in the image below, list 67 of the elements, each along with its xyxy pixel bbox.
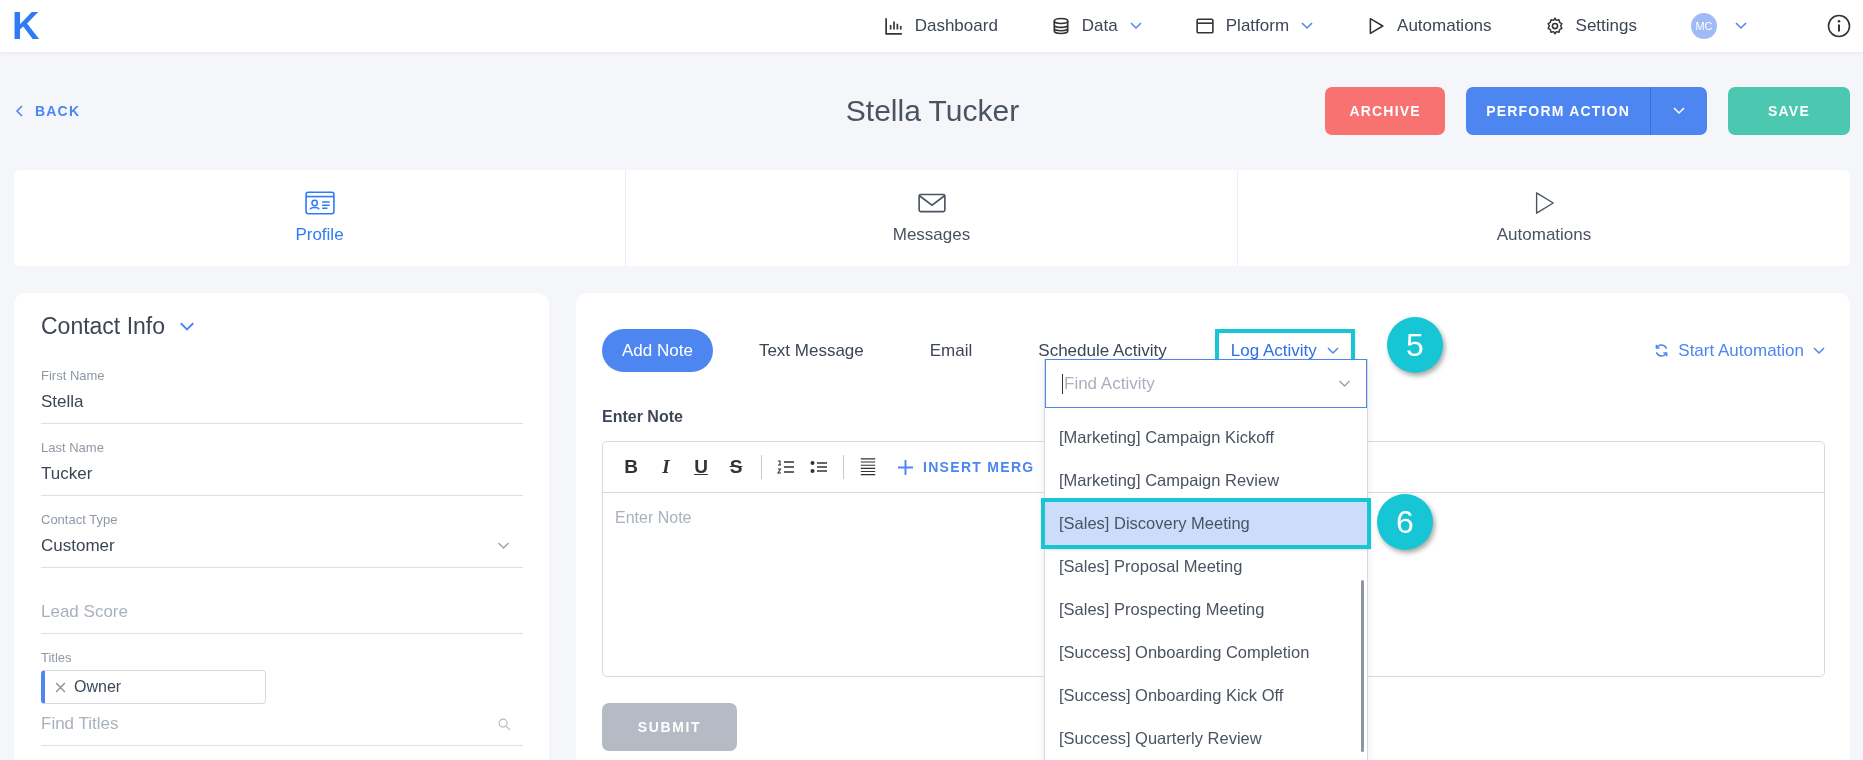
justify-icon[interactable] [859, 458, 877, 476]
window-icon [1195, 17, 1214, 35]
chevron-down-icon [1337, 379, 1352, 388]
dropdown-option[interactable]: [Marketing] Campaign Kickoff [1045, 416, 1367, 459]
dropdown-option[interactable]: [Sales] Prospecting Meeting [1045, 588, 1367, 631]
chevron-left-icon [15, 105, 23, 117]
tab[interactable]: Automations [1238, 170, 1850, 266]
tab[interactable]: Email [909, 329, 993, 372]
chevron-down-icon [1326, 346, 1339, 355]
field-label: First Name [41, 368, 106, 383]
dropdown-option[interactable]: [Success] Quarterly Review [1045, 717, 1367, 760]
avatar: MC [1691, 13, 1717, 39]
dropdown-option[interactable]: [Marketing] Campaign Review [1045, 459, 1367, 502]
italic-button[interactable]: I [656, 456, 676, 478]
select-field[interactable]: Customer [41, 532, 523, 568]
insert-merge-field-button[interactable]: INSERT MERG [898, 459, 1035, 475]
step-number-badge: 5 [1387, 317, 1443, 373]
refresh-icon [1654, 343, 1670, 358]
database-icon [1051, 17, 1070, 35]
start-automation-button[interactable]: Start Automation [1654, 340, 1825, 361]
remove-icon[interactable] [55, 681, 66, 693]
bar-chart-icon [884, 17, 903, 35]
scrollbar[interactable] [1361, 580, 1364, 752]
chevron-down-icon [1301, 22, 1314, 30]
envelope-icon [916, 191, 947, 215]
tab[interactable]: Profile [14, 170, 626, 266]
field-label: Last Name [41, 440, 105, 455]
underline-button[interactable]: U [691, 456, 711, 478]
tag-chip: Owner [41, 670, 266, 704]
field-label: Titles [41, 650, 73, 665]
bullet-list-icon[interactable] [810, 458, 828, 476]
nav-item[interactable]: Platform [1195, 16, 1314, 36]
page-title: Stella Tucker [845, 94, 1020, 128]
nav-item[interactable]: Dashboard [884, 16, 998, 36]
logo[interactable]: K [12, 7, 40, 45]
field-label: Enter Note [602, 408, 684, 426]
perform-action-button[interactable]: PERFORM ACTION [1466, 87, 1707, 135]
chevron-down-icon [1673, 107, 1685, 115]
plus-icon [898, 459, 913, 475]
bold-button[interactable]: B [621, 456, 641, 478]
field-label: Contact Type [41, 512, 119, 527]
chevron-down-icon [1735, 22, 1747, 30]
dropdown-option[interactable]: [Success] Onboarding Completion [1045, 631, 1367, 674]
info-icon[interactable] [1827, 14, 1851, 38]
chevron-down-icon [1813, 346, 1825, 355]
settings-icon [1545, 17, 1564, 35]
tab[interactable]: Messages [626, 170, 1238, 266]
strikethrough-button[interactable]: S [726, 456, 746, 478]
chevron-down-icon [1129, 22, 1142, 30]
nav-item[interactable]: Data [1051, 16, 1142, 36]
text-field[interactable]: Tucker [41, 460, 523, 496]
chevron-down-icon [179, 321, 196, 332]
nav-item[interactable]: Automations [1367, 16, 1492, 36]
dropdown-option[interactable]: [Success] Onboarding Kick Off [1045, 674, 1367, 717]
tab[interactable]: Text Message [738, 329, 884, 372]
numbered-list-icon[interactable] [777, 458, 795, 476]
section-title: Contact Info [41, 313, 166, 340]
tab[interactable]: Add Note [602, 329, 713, 372]
collapse-toggle[interactable] [179, 321, 196, 332]
step-number-badge: 6 [1377, 494, 1433, 550]
dropdown-option[interactable]: [Sales] Proposal Meeting [1045, 545, 1367, 588]
text-field[interactable]: Stella [41, 388, 523, 424]
search-icon [498, 717, 511, 731]
contact-card-icon [304, 191, 335, 215]
nav-item[interactable]: Settings [1545, 16, 1637, 36]
chevron-down-icon [496, 542, 511, 550]
play-icon [1367, 17, 1386, 35]
